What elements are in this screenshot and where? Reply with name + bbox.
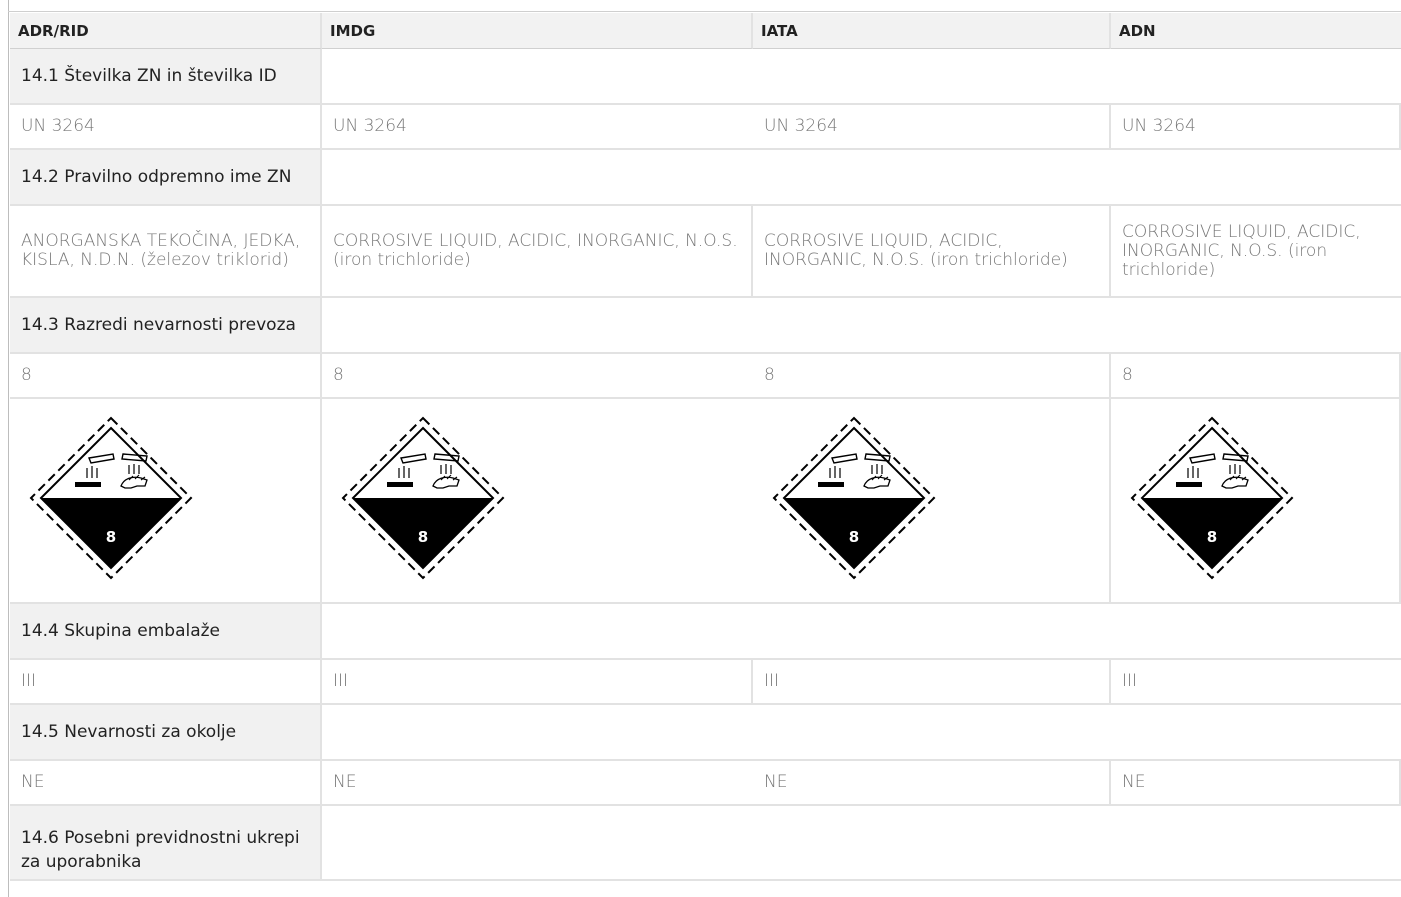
hazard-class-imdg: 8: [322, 354, 753, 399]
section-title-hazard-class: 14.3 Razredi nevarnosti prevoza: [10, 298, 322, 354]
environmental-hazard-adn: NE: [1111, 761, 1401, 806]
hazard-label-adr-rid: 8: [10, 399, 322, 604]
column-header-iata: IATA: [753, 13, 1111, 49]
section-title-un-number: 14.1 Številka ZN in številka ID: [10, 49, 322, 105]
top-border: [8, 11, 1401, 12]
un-number-iata: UN 3264: [753, 105, 1111, 150]
section-title-filler: [322, 705, 1401, 761]
corrosive-class-8-icon: 8: [29, 416, 193, 580]
packing-group-iata: III: [753, 660, 1111, 705]
section-title-special-precautions: 14.6 Posebni previdnostni ukrepi za upor…: [10, 806, 322, 881]
svg-text:8: 8: [849, 528, 859, 546]
hazard-label-imdg: 8: [322, 399, 753, 604]
shipping-name-adr-rid: ANORGANSKA TEKOČINA, JEDKA, KISLA, N.D.N…: [10, 206, 322, 298]
column-header-imdg: IMDG: [322, 13, 753, 49]
hazard-class-adn: 8: [1111, 354, 1401, 399]
svg-text:8: 8: [1207, 528, 1217, 546]
column-header-adr-rid: ADR/RID: [10, 13, 322, 49]
section-title-filler: [322, 604, 1401, 660]
packing-group-adn: III: [1111, 660, 1401, 705]
section-title-packing-group: 14.4 Skupina embalaže: [10, 604, 322, 660]
column-header-adn: ADN: [1111, 13, 1401, 49]
svg-text:8: 8: [106, 528, 116, 546]
un-number-adn: UN 3264: [1111, 105, 1401, 150]
corrosive-class-8-icon: 8: [341, 416, 505, 580]
environmental-hazard-iata: NE: [753, 761, 1111, 806]
section-title-environmental-hazards: 14.5 Nevarnosti za okolje: [10, 705, 322, 761]
hazard-label-iata: 8: [753, 399, 1111, 604]
shipping-name-imdg: CORROSIVE LIQUID, ACIDIC, INORGANIC, N.O…: [322, 206, 753, 298]
un-number-imdg: UN 3264: [322, 105, 753, 150]
left-border: [8, 0, 9, 897]
section-title-filler: [322, 49, 1401, 105]
environmental-hazard-adr-rid: NE: [10, 761, 322, 806]
section-title-filler: [322, 298, 1401, 354]
section-title-filler: [322, 806, 1401, 881]
shipping-name-iata: CORROSIVE LIQUID, ACIDIC, INORGANIC, N.O…: [753, 206, 1111, 298]
transport-info-table: ADR/RID IMDG IATA ADN 14.1 Številka ZN i…: [10, 13, 1401, 881]
packing-group-adr-rid: III: [10, 660, 322, 705]
hazard-label-adn: 8: [1111, 399, 1401, 604]
hazard-class-adr-rid: 8: [10, 354, 322, 399]
shipping-name-adn: CORROSIVE LIQUID, ACIDIC, INORGANIC, N.O…: [1111, 206, 1401, 298]
section-title-shipping-name: 14.2 Pravilno odpremno ime ZN: [10, 150, 322, 206]
environmental-hazard-imdg: NE: [322, 761, 753, 806]
hazard-class-iata: 8: [753, 354, 1111, 399]
un-number-adr-rid: UN 3264: [10, 105, 322, 150]
corrosive-class-8-icon: 8: [772, 416, 936, 580]
section-title-filler: [322, 150, 1401, 206]
corrosive-class-8-icon: 8: [1130, 416, 1294, 580]
svg-text:8: 8: [418, 528, 428, 546]
packing-group-imdg: III: [322, 660, 753, 705]
